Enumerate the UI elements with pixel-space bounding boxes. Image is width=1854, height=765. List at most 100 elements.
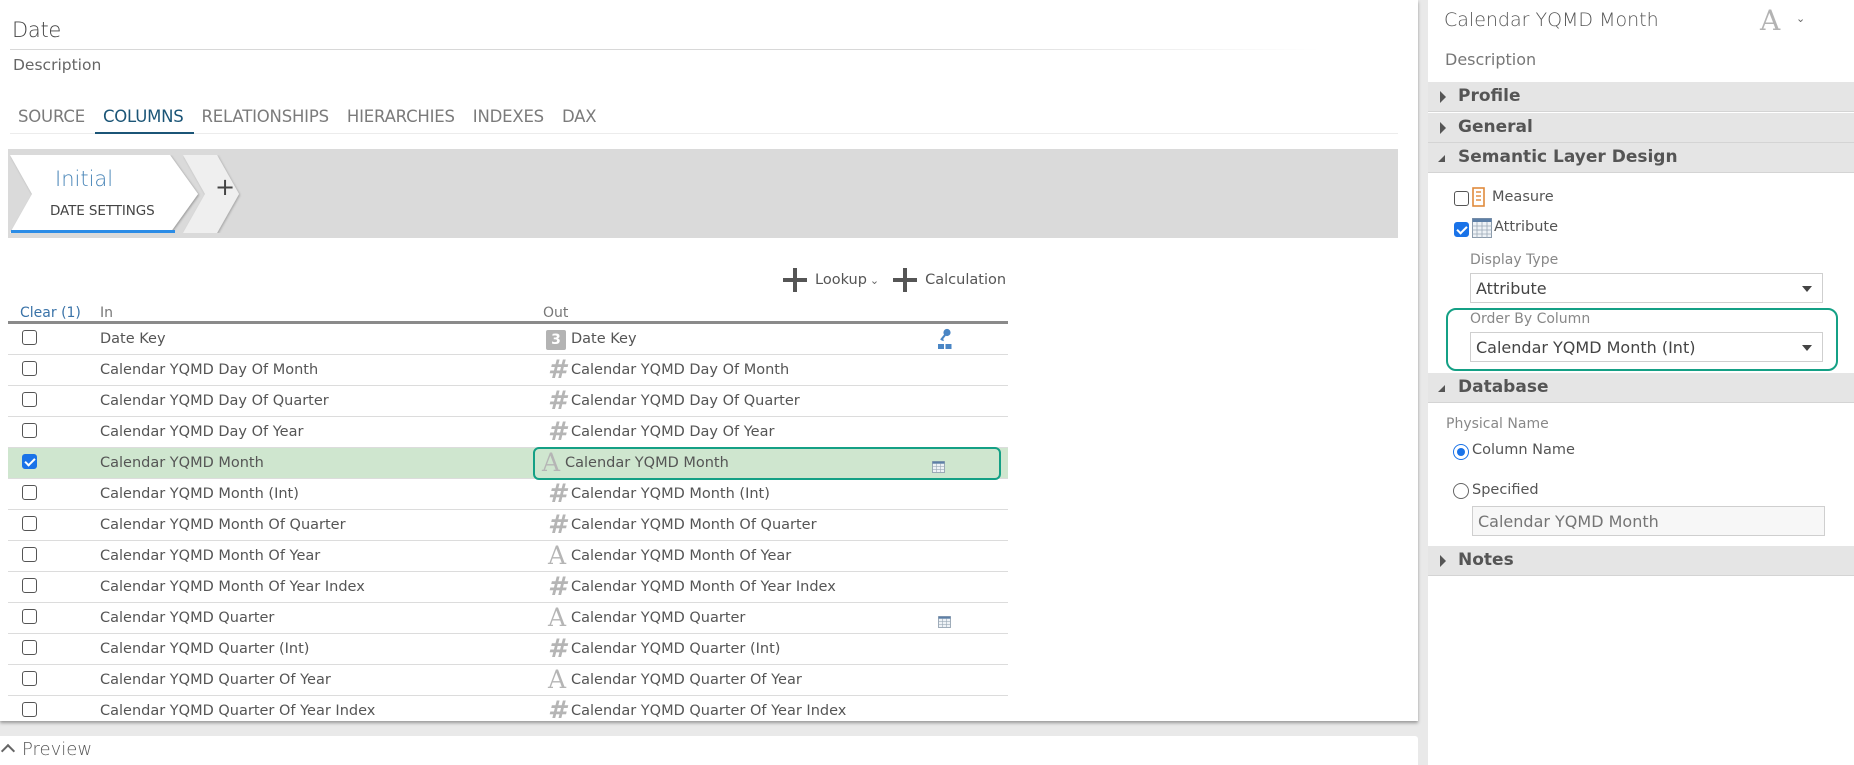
out-column-name: Calendar YQMD Month Of Quarter: [571, 517, 817, 533]
section-database[interactable]: Database: [1428, 373, 1854, 403]
numeric-type-icon: #: [547, 572, 567, 602]
table-row[interactable]: Calendar YQMD Day Of Year # Calendar YQMD …: [8, 417, 1008, 448]
row-checkbox[interactable]: [22, 609, 37, 624]
measure-icon: [1472, 187, 1485, 207]
specified-name-input[interactable]: [1472, 506, 1825, 536]
order-by-column-select[interactable]: Calendar YQMD Month (Int): [1470, 332, 1823, 362]
out-column-cell[interactable]: A Calendar YQMD Month Of Year: [538, 541, 1008, 571]
section-profile[interactable]: Profile: [1428, 82, 1854, 112]
dropdown-caret-icon: [1802, 345, 1812, 351]
section-semantic-layer-design[interactable]: Semantic Layer Design: [1428, 143, 1854, 173]
row-checkbox[interactable]: [22, 640, 37, 655]
table-row[interactable]: Date Key 3 Date Key: [8, 324, 1008, 355]
title-divider: [10, 49, 1320, 50]
attribute-table-icon[interactable]: [932, 452, 946, 474]
caret-down-icon: [1438, 385, 1445, 392]
tab-bar: SOURCE COLUMNS RELATIONSHIPS HIERARCHIES…: [10, 106, 1398, 134]
row-checkbox[interactable]: [22, 454, 37, 469]
table-row[interactable]: Calendar YQMD Month Of Year A Calendar YQM…: [8, 541, 1008, 572]
out-column-cell[interactable]: # Calendar YQMD Day Of Year: [538, 417, 1008, 447]
out-column-cell[interactable]: # Calendar YQMD Day Of Quarter: [538, 386, 1008, 416]
calculation-label: Calculation: [925, 272, 1007, 288]
column-name-radio[interactable]: [1453, 444, 1469, 460]
specified-label: Specified: [1472, 482, 1539, 498]
entity-description-field[interactable]: Description: [13, 56, 101, 74]
out-column-name: Calendar YQMD Quarter: [571, 610, 746, 626]
tab-indexes[interactable]: INDEXES: [465, 106, 554, 134]
row-checkbox[interactable]: [22, 702, 37, 717]
section-notes[interactable]: Notes: [1428, 546, 1854, 576]
display-type-select[interactable]: Attribute: [1470, 273, 1823, 303]
out-column-cell[interactable]: # Calendar YQMD Month (Int): [538, 479, 1008, 509]
specified-radio[interactable]: [1453, 483, 1469, 499]
key-icon[interactable]: [938, 328, 952, 350]
stage-banner: + Initial DATE SETTINGS: [8, 149, 1398, 238]
text-type-icon[interactable]: A: [1760, 4, 1780, 37]
out-column-cell[interactable]: 3 Date Key: [538, 324, 1008, 354]
panel-description-field[interactable]: Description: [1445, 50, 1536, 69]
chevron-down-icon: ⌄: [869, 273, 880, 287]
section-general[interactable]: General: [1428, 113, 1854, 143]
table-row[interactable]: Calendar YQMD Quarter Of Year A Calendar Y…: [8, 665, 1008, 696]
in-column-name: Calendar YQMD Month Of Quarter: [100, 517, 346, 533]
table-body[interactable]: Date Key 3 Date Key Calendar YQMD Day Of Mo…: [8, 324, 1008, 718]
out-column-cell[interactable]: # Calendar YQMD Quarter (Int): [538, 634, 1008, 664]
row-checkbox[interactable]: [22, 671, 37, 686]
table-row[interactable]: Calendar YQMD Day Of Quarter # Calendar YQ…: [8, 386, 1008, 417]
section-label: Notes: [1458, 550, 1514, 570]
entity-title[interactable]: Date: [12, 18, 61, 42]
table-row[interactable]: Calendar YQMD Quarter Of Year Index # Cale…: [8, 696, 1008, 718]
out-column-name: Calendar YQMD Month: [565, 455, 729, 471]
text-type-icon: A: [547, 665, 567, 694]
row-checkbox[interactable]: [22, 485, 37, 500]
text-type-icon: A: [541, 448, 561, 477]
chevron-down-icon[interactable]: ⌄: [1796, 12, 1805, 25]
tab-columns[interactable]: COLUMNS: [94, 106, 194, 134]
panel-title[interactable]: Calendar YQMD Month: [1444, 9, 1659, 31]
row-checkbox[interactable]: [22, 578, 37, 593]
table-row[interactable]: Calendar YQMD Month Of Year Index # Calend…: [8, 572, 1008, 603]
add-calculation-button[interactable]: Calculation: [893, 268, 1006, 292]
tab-dax[interactable]: DAX: [554, 106, 606, 134]
column-properties-panel: Calendar YQMD Month A ⌄ Description Prof…: [1428, 0, 1854, 765]
out-column-cell[interactable]: # Calendar YQMD Day Of Month: [538, 355, 1008, 385]
row-checkbox[interactable]: [22, 423, 37, 438]
row-checkbox[interactable]: [22, 330, 37, 345]
stage-initial[interactable]: Initial DATE SETTINGS: [10, 155, 203, 233]
text-type-icon: A: [547, 541, 567, 570]
in-column-name: Calendar YQMD Day Of Year: [100, 424, 304, 440]
stage-subtitle: DATE SETTINGS: [50, 203, 155, 219]
tab-source[interactable]: SOURCE: [10, 106, 95, 134]
tab-hierarchies[interactable]: HIERARCHIES: [339, 106, 465, 134]
out-column-cell[interactable]: A Calendar YQMD Quarter: [538, 603, 1008, 633]
tab-relationships[interactable]: RELATIONSHIPS: [194, 106, 339, 134]
out-column-cell[interactable]: # Calendar YQMD Month Of Year Index: [538, 572, 1008, 602]
preview-toggle[interactable]: Preview: [0, 736, 1418, 765]
row-checkbox[interactable]: [22, 547, 37, 562]
table-row[interactable]: Calendar YQMD Month Of Quarter # Calendar …: [8, 510, 1008, 541]
caret-down-icon: [1438, 155, 1445, 162]
out-column-cell[interactable]: # Calendar YQMD Month Of Quarter: [538, 510, 1008, 540]
table-row[interactable]: Calendar YQMD Day Of Month # Calendar YQMD…: [8, 355, 1008, 386]
out-column-cell[interactable]: A Calendar YQMD Month: [533, 447, 1001, 480]
table-row[interactable]: Calendar YQMD Quarter A Calendar YQMD Quar…: [8, 603, 1008, 634]
row-checkbox[interactable]: [22, 361, 37, 376]
clear-selection-link[interactable]: Clear (1): [20, 305, 81, 321]
row-checkbox[interactable]: [22, 516, 37, 531]
in-column-name: Calendar YQMD Month Of Year: [100, 548, 321, 564]
row-checkbox[interactable]: [22, 392, 37, 407]
table-row[interactable]: Calendar YQMD Month (Int) # Calendar YQMD …: [8, 479, 1008, 510]
add-lookup-button[interactable]: Lookup ⌄: [783, 268, 879, 292]
measure-checkbox[interactable]: [1454, 191, 1469, 206]
table-row[interactable]: Calendar YQMD Quarter (Int) # Calendar YQM…: [8, 634, 1008, 665]
numeric-type-icon: #: [547, 634, 567, 664]
out-column-name: Calendar YQMD Quarter Of Year: [571, 672, 802, 688]
out-column-cell[interactable]: # Calendar YQMD Quarter Of Year Index: [538, 696, 1008, 718]
attribute-table-icon[interactable]: [938, 607, 952, 629]
stage-name: Initial: [55, 167, 114, 191]
table-row[interactable]: Calendar YQMD Month A Calendar YQMD Month: [8, 447, 1008, 480]
attribute-checkbox[interactable]: [1454, 222, 1469, 237]
in-column-name: Calendar YQMD Quarter: [100, 610, 275, 626]
out-column-cell[interactable]: A Calendar YQMD Quarter Of Year: [538, 665, 1008, 695]
physical-name-label: Physical Name: [1446, 416, 1549, 432]
